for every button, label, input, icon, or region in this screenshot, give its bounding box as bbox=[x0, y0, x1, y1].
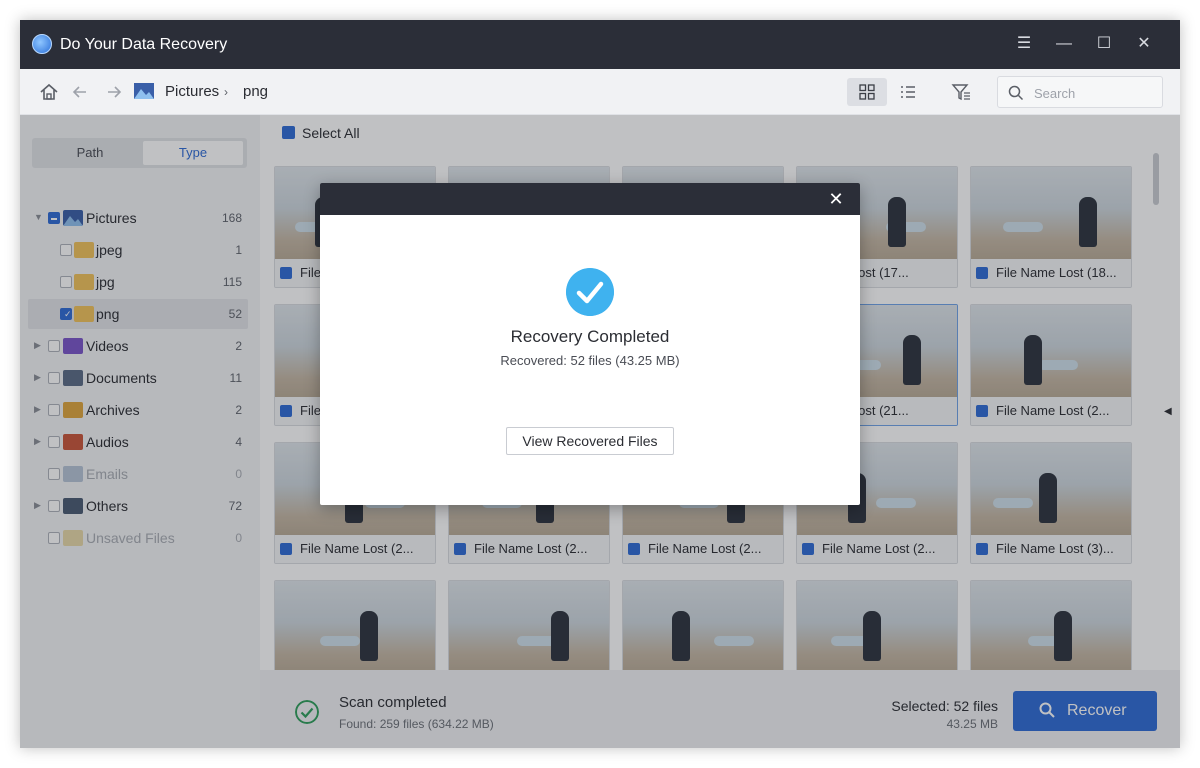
breadcrumb-pictures[interactable]: Pictures bbox=[165, 83, 219, 100]
search-box[interactable]: Search bbox=[997, 76, 1163, 108]
close-icon[interactable]: ✕ bbox=[1133, 33, 1155, 55]
minimize-icon[interactable]: — bbox=[1053, 33, 1075, 55]
app-window: Do Your Data Recovery ☰ — ☐ ✕ Pictures ›… bbox=[20, 20, 1180, 748]
search-input[interactable]: Search bbox=[1034, 86, 1075, 101]
search-icon bbox=[1008, 85, 1024, 101]
recovery-complete-dialog: ✕ Recovery Completed Recovered: 52 files… bbox=[320, 183, 860, 505]
success-check-icon bbox=[566, 268, 614, 316]
dialog-subtitle: Recovered: 52 files (43.25 MB) bbox=[500, 353, 680, 368]
filter-icon[interactable] bbox=[950, 81, 972, 103]
grid-view-icon bbox=[859, 84, 875, 100]
dialog-header bbox=[320, 183, 860, 215]
toolbar: Pictures › png Search bbox=[20, 69, 1180, 115]
pictures-folder-icon bbox=[134, 83, 154, 99]
app-logo-icon bbox=[32, 34, 52, 54]
breadcrumb-png[interactable]: png bbox=[243, 83, 268, 100]
forward-arrow-icon[interactable] bbox=[103, 81, 125, 103]
back-arrow-icon[interactable] bbox=[69, 81, 91, 103]
grid-view-button[interactable] bbox=[847, 78, 887, 106]
dialog-close-icon[interactable]: ✕ bbox=[826, 189, 846, 209]
maximize-icon[interactable]: ☐ bbox=[1093, 33, 1115, 55]
dialog-title: Recovery Completed bbox=[510, 327, 670, 346]
app-title: Do Your Data Recovery bbox=[60, 36, 228, 53]
list-view-button[interactable] bbox=[888, 78, 928, 106]
menu-icon[interactable]: ☰ bbox=[1013, 33, 1035, 55]
breadcrumb-separator-icon: › bbox=[224, 85, 228, 99]
view-recovered-files-button[interactable]: View Recovered Files bbox=[506, 427, 674, 455]
home-icon[interactable] bbox=[38, 81, 60, 103]
title-bar: Do Your Data Recovery ☰ — ☐ ✕ bbox=[20, 20, 1180, 69]
list-view-icon bbox=[901, 86, 915, 98]
